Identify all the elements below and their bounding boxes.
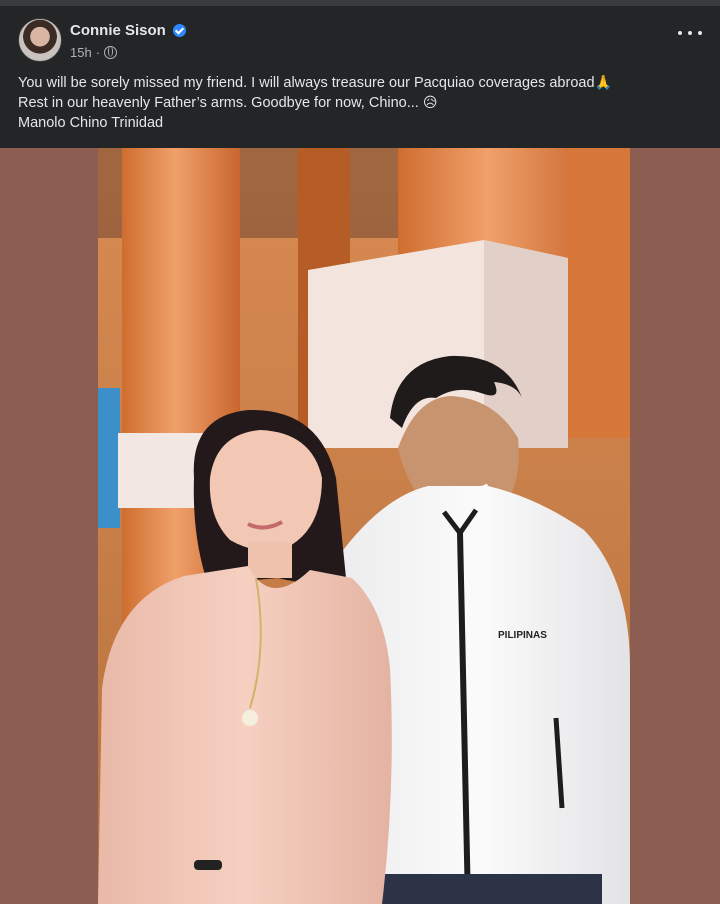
author-avatar[interactable] [18, 18, 62, 62]
post-text-line-3: Manolo Chino Trinidad [18, 113, 706, 133]
woman-neck [248, 542, 292, 578]
more-options-dot [698, 31, 702, 35]
praying-hands-emoji: 🙏 [594, 75, 612, 91]
sad-face-emoji: 😥 [422, 95, 438, 111]
orange-pillar-left [122, 148, 240, 448]
author-row: Connie Sison [70, 22, 186, 39]
post-text-line-2-content: Rest in our heavenly Father’s arms. Good… [18, 95, 419, 111]
post-header: Connie Sison 15h · You will be sorely mi… [0, 6, 720, 148]
post-photo[interactable]: PILIPINAS [98, 148, 630, 904]
woman-face [209, 430, 322, 551]
orange-wall-right [568, 148, 630, 438]
verified-badge-icon [172, 24, 186, 37]
necklace-pendant [242, 710, 258, 726]
man-jeans [378, 874, 602, 904]
more-options-dot [688, 31, 692, 35]
post-text-line-1: You will be sorely missed my friend. I w… [18, 73, 706, 93]
post-timestamp[interactable]: 15h [70, 45, 92, 60]
tagged-person[interactable]: Manolo Chino Trinidad [18, 115, 163, 131]
more-options-dot [678, 31, 682, 35]
post-text: You will be sorely missed my friend. I w… [18, 73, 706, 133]
blue-light-panel [98, 388, 120, 528]
woman-bracelet [194, 860, 222, 870]
globe-icon[interactable] [104, 46, 118, 59]
meta-separator: · [95, 45, 101, 60]
photo-illustration: PILIPINAS [98, 148, 630, 904]
woman-pink-blouse [98, 566, 392, 904]
post-meta: 15h · [70, 45, 118, 60]
more-options-button[interactable] [678, 26, 702, 40]
author-name[interactable]: Connie Sison [70, 22, 166, 39]
jacket-print: PILIPINAS [498, 630, 547, 641]
post-text-line-1-content: You will be sorely missed my friend. I w… [18, 75, 595, 91]
post-text-line-2: Rest in our heavenly Father’s arms. Good… [18, 93, 706, 113]
